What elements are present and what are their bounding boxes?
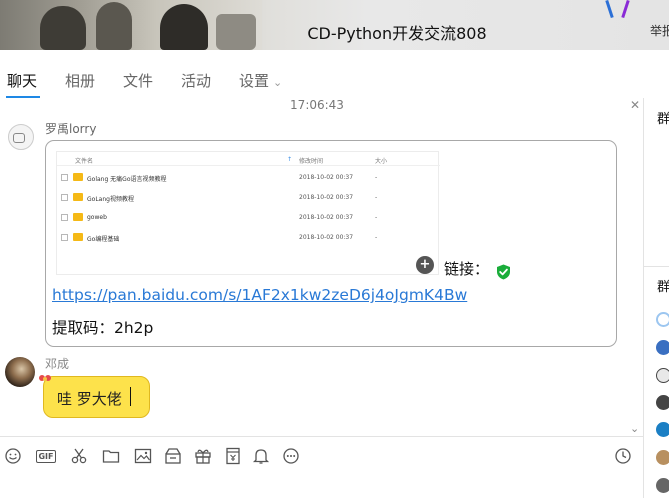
file-name: Golang 无痛Go语言视频教程 [87,176,167,183]
group-cover-photo [0,0,262,50]
checkbox-icon [61,194,68,201]
avatar[interactable] [656,478,669,493]
group-members-title: 群 [657,280,669,295]
tab-settings-label: 设置 [239,72,270,90]
file-size: - [375,214,378,221]
chat-history[interactable]: 17:06:43 ✕ 罗禹lorry 文件名 ↑ 修改时间 大小 Golang … [0,98,643,436]
tab-chat[interactable]: 聊天 [7,70,37,91]
file-row: GoLang视频教程 2018-10-02 00:37 - [57,188,440,208]
column-header-name: 文件名 [75,158,94,165]
avatar[interactable] [656,312,669,327]
link-label: 链接： [444,260,490,278]
folder-icon [73,213,83,221]
sender-name[interactable]: 邓成 [45,355,69,372]
file-row: Golang 无痛Go语言视频教程 2018-10-02 00:37 - [57,168,440,188]
avatar[interactable] [8,124,34,150]
group-side-panel: 群 群 [643,98,669,498]
divider [644,266,669,267]
checkbox-icon [61,234,68,241]
decoration-line [605,0,614,19]
more-icon[interactable] [282,447,300,465]
history-clock-icon[interactable] [614,447,632,465]
file-size: - [375,194,378,201]
group-title: CD-Python开发交流808 [307,24,487,43]
gif-icon[interactable]: GIF [34,447,58,465]
file-table-header: 文件名 ↑ 修改时间 大小 [57,152,440,166]
folder-icon [73,233,83,241]
group-announcement-title: 群 [657,112,669,127]
extract-code: 提取码：2h2p [52,319,154,337]
image-icon[interactable] [134,447,152,465]
tab-settings[interactable]: 设置 ⌄ [239,70,282,91]
message-text: 哇 罗大佬 [57,390,122,408]
avatar[interactable] [656,422,669,437]
file-list-screenshot[interactable]: 文件名 ↑ 修改时间 大小 Golang 无痛Go语言视频教程 2018-10-… [56,151,440,275]
file-modified: 2018-10-02 00:37 [299,214,354,221]
close-icon[interactable]: ✕ [630,98,640,112]
tab-album[interactable]: 相册 [65,70,95,91]
checkbox-icon [61,174,68,181]
emoji-icon[interactable] [4,447,22,465]
title-bar: CD-Python开发交流808 举报 [0,0,669,50]
bell-icon[interactable] [252,447,270,465]
chevron-down-icon[interactable]: ⌄ [630,422,639,435]
avatar[interactable] [656,450,669,465]
checkbox-icon [61,214,68,221]
message-timestamp: 17:06:43 [290,98,344,112]
zoom-in-icon[interactable]: + [416,256,434,274]
input-toolbar: GIF [0,436,643,472]
folder-icon[interactable] [102,447,120,465]
qq-group-chat-window: CD-Python开发交流808 举报 聊天 相册 文件 活动 设置 ⌄ 17:0… [0,0,669,498]
tab-bar: 聊天 相册 文件 活动 设置 ⌄ [0,50,669,98]
file-name: GoLang视频教程 [87,196,134,203]
avatar[interactable] [656,368,669,383]
screenshot-icon[interactable] [70,447,88,465]
gift-box-icon[interactable] [164,447,182,465]
file-row: goweb 2018-10-02 00:37 - [57,208,440,228]
file-row: Go编程基础 2018-10-02 00:37 - [57,228,440,248]
folder-icon [73,193,83,201]
red-packet-icon[interactable] [224,447,242,465]
tab-activities[interactable]: 活动 [181,70,211,91]
avatar[interactable] [656,395,669,410]
bow-decoration-icon [39,375,51,381]
file-size: - [375,234,378,241]
file-modified: 2018-10-02 00:37 [299,234,354,241]
report-link[interactable]: 举报 [650,22,669,39]
gif-label: GIF [36,449,56,463]
sort-arrow-icon: ↑ [287,156,293,163]
avatar[interactable] [656,340,669,355]
present-icon[interactable] [194,447,212,465]
decoration-line [621,0,630,19]
shield-check-icon [497,264,510,280]
file-name: Go编程基础 [87,236,120,243]
file-name: goweb [87,214,107,221]
tab-files[interactable]: 文件 [123,70,153,91]
file-size: - [375,174,378,181]
text-cursor [130,387,131,406]
baidu-pan-link[interactable]: https://pan.baidu.com/s/1AF2x1kw2zeD6j4o… [52,286,467,304]
folder-icon [73,173,83,181]
file-modified: 2018-10-02 00:37 [299,194,354,201]
file-modified: 2018-10-02 00:37 [299,174,354,181]
chevron-down-icon: ⌄ [273,76,283,89]
column-header-modified: 修改时间 [299,158,324,165]
sender-name[interactable]: 罗禹lorry [45,120,96,137]
avatar[interactable] [5,357,35,387]
column-header-size: 大小 [375,158,388,165]
